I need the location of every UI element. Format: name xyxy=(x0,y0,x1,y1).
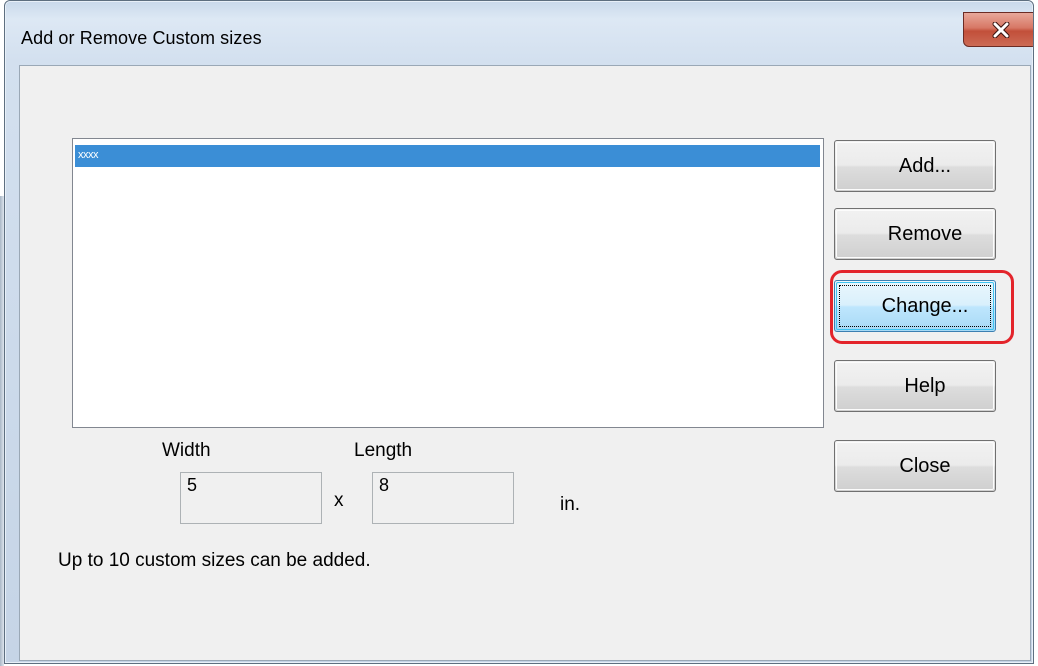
window-close-button[interactable] xyxy=(963,12,1033,47)
dialog-client-area: xxxx Add... Remove Change... Help Close … xyxy=(19,65,1031,661)
custom-size-limit-note: Up to 10 custom sizes can be added. xyxy=(58,550,371,571)
remove-button-label: Remove xyxy=(887,222,963,245)
add-button-label: Add... xyxy=(898,154,952,177)
change-button-label: Change... xyxy=(881,294,969,317)
length-field[interactable]: 8 xyxy=(372,472,514,524)
close-button-label: Close xyxy=(899,454,951,477)
close-dialog-button[interactable]: Close xyxy=(834,440,996,492)
length-label: Length xyxy=(354,440,413,461)
close-x-icon xyxy=(992,21,1010,38)
dialog-window: Add or Remove Custom sizes xxxx Add... R… xyxy=(4,0,1034,664)
help-button[interactable]: Help xyxy=(834,360,996,412)
help-button-label: Help xyxy=(904,374,946,397)
add-button[interactable]: Add... xyxy=(834,140,996,192)
width-label: Width xyxy=(162,440,211,461)
dialog-title: Add or Remove Custom sizes xyxy=(21,28,262,48)
change-button[interactable]: Change... xyxy=(834,280,996,332)
custom-sizes-list[interactable]: xxxx xyxy=(72,138,824,428)
list-item[interactable]: xxxx xyxy=(75,145,820,167)
unit-label: in. xyxy=(560,494,581,515)
width-field[interactable]: 5 xyxy=(180,472,322,524)
remove-button[interactable]: Remove xyxy=(834,208,996,260)
dimension-separator: x xyxy=(334,490,344,511)
